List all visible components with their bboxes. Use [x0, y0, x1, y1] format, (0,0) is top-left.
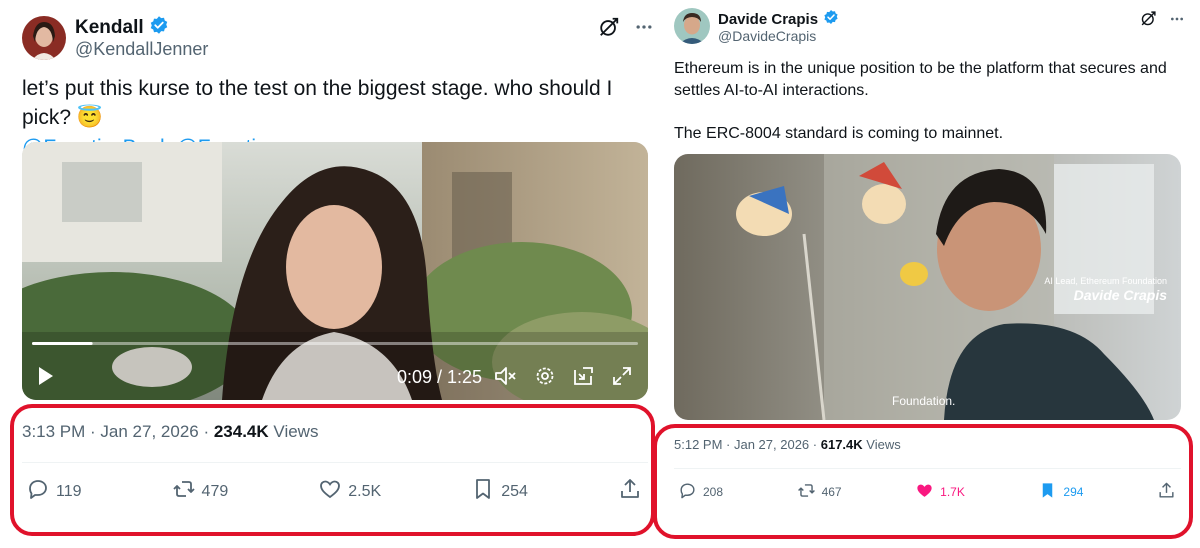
avatar[interactable]	[674, 8, 710, 44]
action-bar: 119 479 2.5K 254	[26, 477, 642, 506]
reply-count: 208	[703, 485, 724, 499]
share-button[interactable]	[1157, 481, 1176, 503]
share-button[interactable]	[618, 477, 642, 506]
grok-icon[interactable]	[1140, 10, 1157, 32]
action-bar: 208 467 1.7K 294	[678, 481, 1176, 503]
author-name-row: Kendall	[75, 15, 169, 40]
like-button[interactable]: 2.5K	[318, 477, 381, 506]
author-name-row: Davide Crapis	[718, 9, 839, 30]
like-icon	[318, 477, 342, 506]
repost-count: 479	[201, 482, 229, 500]
views-label: Views	[273, 422, 319, 441]
views-count: 617.4K	[820, 437, 863, 452]
like-button[interactable]: 1.7K	[915, 481, 965, 503]
reply-icon	[678, 481, 697, 503]
tweet-text-line: settles AI-to-AI interactions.	[674, 82, 869, 100]
like-count: 2.5K	[348, 482, 382, 500]
verified-badge-icon	[823, 9, 839, 30]
like-icon	[915, 481, 934, 503]
bookmark-icon	[471, 477, 495, 506]
tweet-text-line: The ERC-8004 standard is coming to mainn…	[674, 124, 1004, 142]
share-icon	[618, 477, 642, 506]
reply-button[interactable]: 208	[678, 481, 723, 503]
video-progress-bar[interactable]	[32, 342, 93, 345]
avatar[interactable]	[22, 16, 66, 60]
more-icon[interactable]	[634, 17, 654, 42]
repost-icon	[797, 481, 816, 503]
tweet-meta: 5:12 PM · Jan 27, 2026 · 617.4K Views	[674, 437, 901, 452]
tweet-time[interactable]: 3:13 PM	[22, 422, 85, 441]
tweet-davide: Davide Crapis @DavideCrapis Ethereum is …	[653, 0, 1200, 548]
author-handle[interactable]: @DavideCrapis	[718, 28, 816, 44]
video-frame	[22, 142, 648, 400]
video-player[interactable]: 0:09 / 1:25	[22, 142, 648, 400]
tweet-kendall: Kendall @KendallJenner let’s put this ku…	[0, 0, 660, 548]
views-count: 234.4K	[213, 422, 269, 441]
tweet-time[interactable]: 5:12 PM	[674, 437, 722, 452]
video-player[interactable]: AI Lead, Ethereum Foundation Davide Crap…	[674, 154, 1181, 420]
repost-button[interactable]: 479	[172, 477, 229, 506]
video-progress-track[interactable]	[32, 342, 638, 345]
reply-button[interactable]: 119	[26, 477, 82, 506]
video-caption: Foundation.	[892, 394, 956, 408]
repost-icon	[172, 477, 196, 506]
author-name[interactable]: Kendall	[75, 17, 144, 39]
tweet-date[interactable]: Jan 27, 2026	[734, 437, 809, 452]
tweet-meta: 3:13 PM · Jan 27, 2026 · 234.4K Views	[22, 422, 319, 441]
reply-count: 119	[56, 482, 82, 500]
video-lower-third-name: Davide Crapis	[1073, 287, 1167, 303]
verified-badge-icon	[149, 15, 169, 40]
bookmark-count: 294	[1063, 485, 1084, 499]
repost-button[interactable]: 467	[797, 481, 842, 503]
author-handle[interactable]: @KendallJenner	[75, 39, 208, 60]
repost-count: 467	[821, 485, 842, 499]
author-name[interactable]: Davide Crapis	[718, 11, 818, 28]
video-lower-third-role: AI Lead, Ethereum Foundation	[1044, 276, 1167, 286]
bookmark-button[interactable]: 294	[1038, 481, 1083, 503]
more-icon[interactable]	[1169, 11, 1185, 32]
views-label: Views	[866, 437, 901, 452]
tweet-text-line: Ethereum is in the unique position to be…	[674, 60, 1167, 77]
emoji-icon: 😇	[76, 106, 104, 130]
like-count: 1.7K	[940, 485, 965, 499]
tweet-text-line: let’s put this kurse to the test on the …	[22, 77, 613, 130]
divider	[674, 468, 1181, 469]
bookmark-button[interactable]: 254	[471, 477, 528, 506]
video-time: 0:09 / 1:25	[397, 367, 483, 387]
reply-icon	[26, 477, 50, 506]
bookmark-count: 254	[501, 482, 528, 500]
tweet-date[interactable]: Jan 27, 2026	[100, 422, 198, 441]
tweet-text: Ethereum is in the unique position to be…	[674, 58, 1189, 145]
divider	[22, 462, 648, 463]
grok-icon[interactable]	[598, 16, 620, 43]
share-icon	[1157, 481, 1176, 503]
bookmark-icon	[1038, 481, 1057, 503]
